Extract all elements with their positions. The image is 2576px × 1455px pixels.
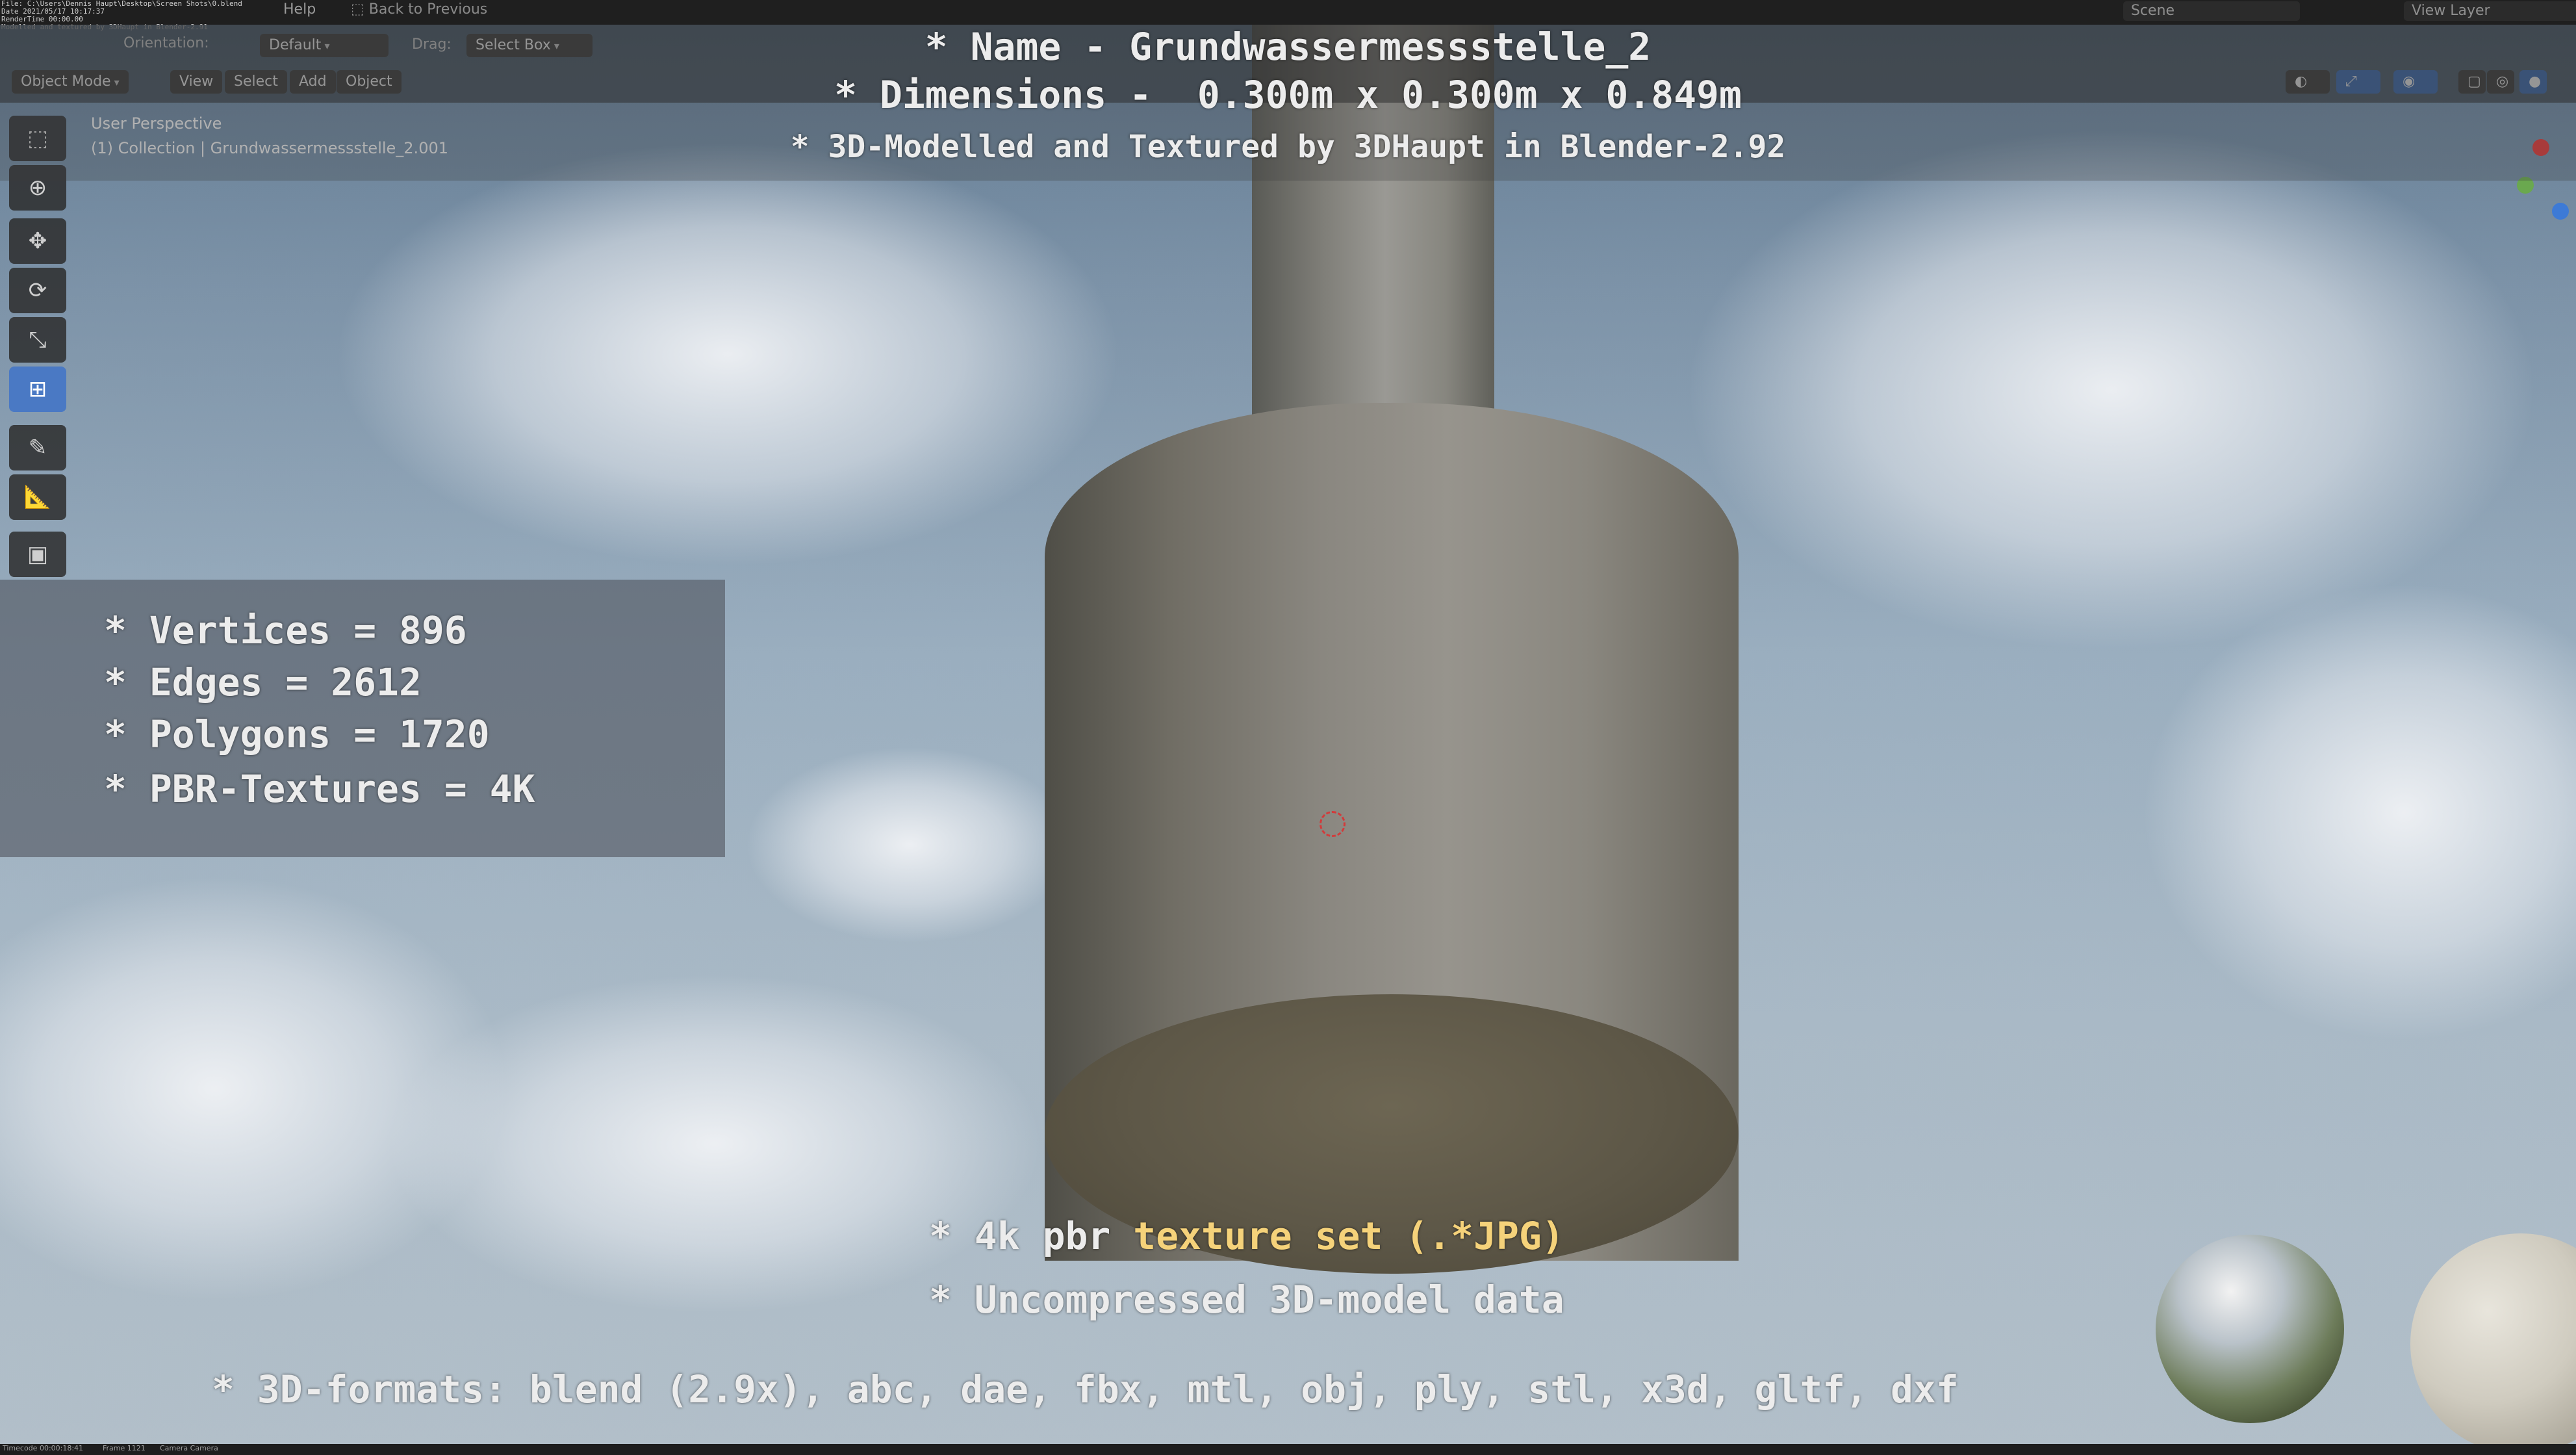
rotate-icon[interactable]: ⟳ [9, 268, 66, 313]
status-bar: Timecode 00:00:18:41 Frame 1121 Camera C… [0, 1444, 2576, 1455]
title-banner: * Name - Grundwassermessstelle_2 * Dimen… [0, 25, 2576, 181]
cloud [2144, 585, 2576, 1040]
hdri-diffuse-sphere [2410, 1233, 2576, 1454]
axis-z-icon[interactable] [2552, 203, 2569, 220]
stat-vertices: * Vertices = 896 [104, 608, 467, 652]
dimensions-line: * Dimensions - 0.300m x 0.300m x 0.849m [834, 73, 1742, 117]
cloud [390, 975, 1039, 1313]
add-cube-icon[interactable]: ▣ [9, 532, 66, 577]
stat-textures: * PBR-Textures = 4K [104, 767, 535, 811]
cloud [1689, 130, 2534, 650]
back-icon: ⬚ [351, 1, 369, 18]
stat-polygons: * Polygons = 1720 [104, 712, 490, 756]
measure-icon[interactable]: 📐 [9, 474, 66, 520]
transform-icon[interactable]: ⊞ [9, 367, 66, 412]
scene-selector[interactable]: Scene [2123, 1, 2300, 21]
timecode: Timecode 00:00:18:41 [3, 1444, 84, 1452]
move-icon[interactable]: ✥ [9, 218, 66, 264]
camera-name: Camera Camera [160, 1444, 218, 1452]
object-name-line: * Name - Grundwassermessstelle_2 [925, 25, 1651, 69]
hdri-reflective-sphere [2156, 1235, 2344, 1423]
scale-icon[interactable]: ⤡ [9, 317, 66, 363]
cloud [338, 143, 1117, 565]
mesh-stats-panel: * Vertices = 896 * Edges = 2612 * Polygo… [0, 580, 725, 857]
tool-shelf: ⬚ ⊕ ✥ ⟳ ⤡ ⊞ ✎ 📐 ▣ [9, 110, 69, 585]
formats-line: * 3D-formats: blend (2.9x), abc, dae, fb… [212, 1367, 1959, 1411]
texture-info-line: * 4k pbr texture set (.*JPG) [929, 1214, 1564, 1258]
uncompressed-line: * Uncompressed 3D-model data [929, 1278, 1564, 1322]
back-to-previous-button[interactable]: ⬚ Back to Previous [351, 1, 487, 18]
credit-line: * 3D-Modelled and Textured by 3DHaupt in… [790, 129, 1786, 165]
annotate-icon[interactable]: ✎ [9, 425, 66, 470]
3d-cursor-icon[interactable] [1320, 811, 1345, 837]
view-layer-selector[interactable]: View Layer [2404, 1, 2576, 21]
cloud [747, 747, 1072, 942]
stat-edges: * Edges = 2612 [104, 660, 422, 704]
top-menubar: Help ⬚ Back to Previous Scene View Layer [0, 0, 2576, 25]
menu-help[interactable]: Help [283, 1, 316, 18]
frame-number: Frame 1121 [103, 1444, 146, 1452]
